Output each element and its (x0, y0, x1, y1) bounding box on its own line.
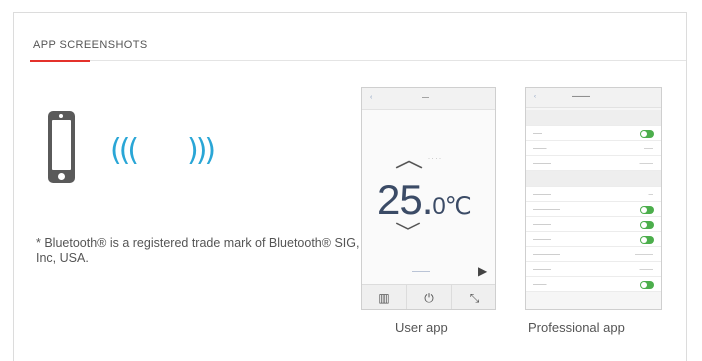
list-item: ———— (526, 232, 661, 247)
list-item: —————— (526, 202, 661, 217)
pro-app-title: ——— (572, 94, 590, 100)
phone-screen (52, 120, 71, 170)
list-item: ————— (526, 141, 661, 156)
user-app-back: ‹ (370, 94, 373, 101)
temperature-unit: ℃ (444, 193, 472, 220)
toggle-icon (640, 236, 654, 244)
grid-icon: ▥ (362, 285, 407, 309)
list-item: ———— ——— (526, 262, 661, 277)
professional-app-caption: Professional app (528, 320, 625, 335)
user-app-screenshot: ‹ — ︿ · · · · 25.0℃ ﹀ ——— ▶ ▥ ⏻ ⤡ (361, 87, 496, 310)
section-title: APP SCREENSHOTS (33, 39, 148, 51)
list-item (526, 110, 661, 126)
list-item: ————— (526, 187, 661, 202)
signal-waves-right-icon: ))) (187, 133, 216, 168)
toggle-icon (640, 221, 654, 229)
temp-up-icon: ︿ (394, 148, 424, 173)
title-rule (90, 60, 686, 61)
user-app-topbar: ‹ — (362, 88, 495, 110)
play-icon: ▶ (478, 264, 488, 278)
temperature-dec: 0 (432, 193, 445, 220)
signal-waves-left-icon: ((( (110, 133, 139, 168)
list-item: ——— (526, 277, 661, 292)
phone-camera (59, 114, 63, 118)
toggle-icon (640, 206, 654, 214)
pro-app-back: ‹ (534, 94, 536, 100)
bluetooth-trademark-note: * Bluetooth® is a registered trade mark … (36, 236, 360, 265)
user-app-caption: User app (395, 320, 448, 335)
user-app-mode: ——— (412, 269, 430, 275)
pro-app-topbar: ‹ ——— (526, 88, 661, 108)
phone-home-button (58, 173, 65, 180)
list-item: —————— ———— (526, 247, 661, 262)
pro-app-settings-list: —— ——— —— ———— ——— ———— — —————— ———— ———— … (526, 110, 661, 292)
user-app-title: — (422, 94, 429, 101)
user-app-bottombar: ▥ ⏻ ⤡ (362, 284, 495, 309)
list-item (526, 171, 661, 187)
title-underline (30, 60, 90, 62)
list-item: —— (526, 126, 661, 141)
temperature-display: 25.0℃ (377, 176, 472, 224)
user-app-small-status: · · · · (428, 156, 441, 162)
smartphone-icon (48, 111, 75, 183)
power-icon: ⏻ (407, 285, 452, 309)
professional-app-screenshot: ‹ ——— —— ——— —— ———— ——— ———— — —————— ————… (525, 87, 662, 310)
toggle-icon (640, 130, 654, 138)
list-item: ———— (526, 217, 661, 232)
toggle-icon (640, 281, 654, 289)
temp-down-icon: ﹀ (395, 220, 421, 244)
expand-icon: ⤡ (469, 291, 480, 305)
list-item: ———— ——— (526, 156, 661, 171)
